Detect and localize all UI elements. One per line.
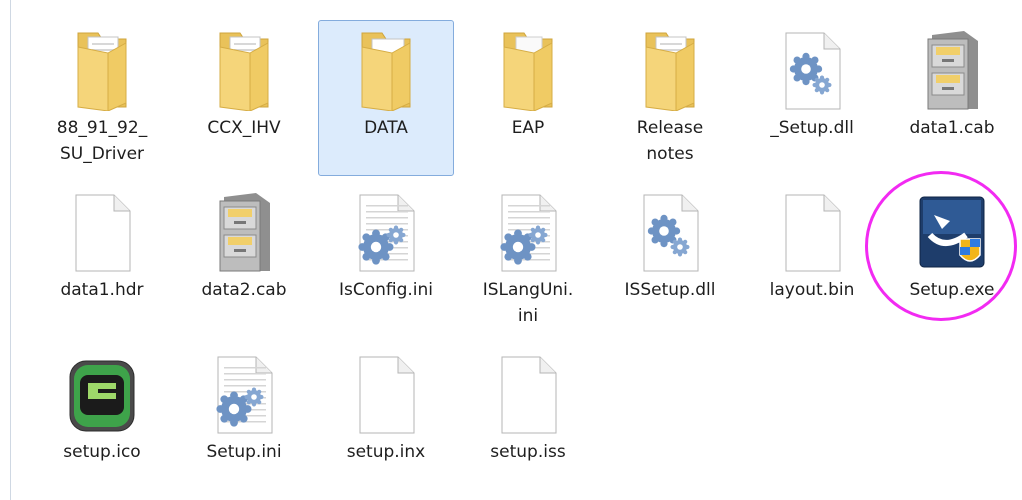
file-label: setup.inx xyxy=(346,442,426,462)
file-label: _Setup.dll xyxy=(770,118,854,138)
file-label: data1.cab xyxy=(909,118,995,138)
file-label: setup.ico xyxy=(63,442,141,462)
dll-file-icon xyxy=(632,191,708,273)
file-item[interactable]: CCX_IHV xyxy=(176,20,312,176)
file-item[interactable]: ISSetup.dll xyxy=(602,182,738,338)
folder-docs-icon xyxy=(632,29,708,112)
ini-file-icon xyxy=(206,353,282,435)
file-item[interactable]: Release notes xyxy=(602,20,738,176)
file-item[interactable]: data1.hdr xyxy=(34,182,170,338)
blank-file-icon xyxy=(64,191,140,273)
folder-docs-icon xyxy=(206,29,282,112)
file-label: ISLangUni. ini xyxy=(482,280,574,326)
file-item[interactable]: Setup.ini xyxy=(176,344,312,500)
file-item[interactable]: setup.iss xyxy=(460,344,596,500)
file-item[interactable]: ISLangUni. ini xyxy=(460,182,596,338)
file-list-pane[interactable]: 88_91_92_ SU_Driver CCX_IHV DATA EAP Release… xyxy=(0,0,1022,500)
blank-file-icon xyxy=(774,191,850,273)
ico-file-icon xyxy=(64,353,140,435)
file-label: EAP xyxy=(511,118,545,138)
file-label: ISSetup.dll xyxy=(624,280,716,300)
cabinet-file-icon xyxy=(914,29,990,111)
file-item[interactable]: _Setup.dll xyxy=(744,20,880,176)
cabinet-file-icon xyxy=(206,191,282,273)
file-label: IsConfig.ini xyxy=(338,280,434,300)
file-item[interactable]: setup.ico xyxy=(34,344,170,500)
annotation-circle xyxy=(865,171,1017,321)
file-label: layout.bin xyxy=(769,280,855,300)
file-label: Release notes xyxy=(636,118,704,164)
folder-docs-icon xyxy=(64,29,140,112)
file-label: CCX_IHV xyxy=(207,118,281,138)
file-item[interactable]: DATA xyxy=(318,20,454,176)
file-item[interactable]: setup.inx xyxy=(318,344,454,500)
file-label: data2.cab xyxy=(201,280,287,300)
pane-left-border xyxy=(10,0,11,500)
file-label: setup.iss xyxy=(490,442,566,462)
folder-image-icon xyxy=(348,29,424,112)
dll-file-icon xyxy=(774,29,850,111)
folder-icon xyxy=(490,29,566,112)
file-item[interactable]: data1.cab xyxy=(884,20,1020,176)
file-label: 88_91_92_ SU_Driver xyxy=(56,118,148,164)
file-label: DATA xyxy=(364,118,408,138)
file-item[interactable]: data2.cab xyxy=(176,182,312,338)
blank-file-icon xyxy=(348,353,424,435)
file-item[interactable]: layout.bin xyxy=(744,182,880,338)
file-item[interactable]: EAP xyxy=(460,20,596,176)
ini-file-icon xyxy=(490,191,566,273)
file-item[interactable]: IsConfig.ini xyxy=(318,182,454,338)
blank-file-icon xyxy=(490,353,566,435)
ini-file-icon xyxy=(348,191,424,273)
file-label: data1.hdr xyxy=(60,280,144,300)
file-item[interactable]: 88_91_92_ SU_Driver xyxy=(34,20,170,176)
file-label: Setup.ini xyxy=(206,442,282,462)
